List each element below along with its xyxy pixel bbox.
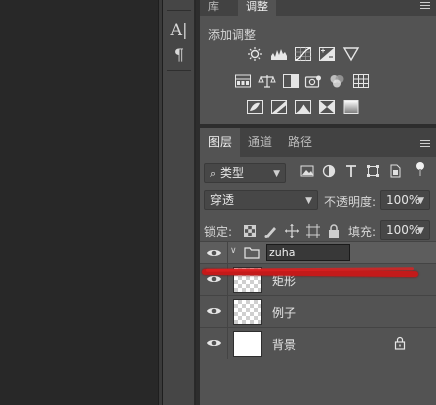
color-balance-icon[interactable] xyxy=(258,73,276,89)
chevron-down-icon[interactable]: ∨ xyxy=(230,246,237,256)
filter-toggle-icon[interactable] xyxy=(412,161,428,177)
visibility-eye-icon[interactable] xyxy=(206,304,222,318)
chevron-down-icon: ▼ xyxy=(417,226,424,236)
layer-list: ∨ 矩形 例子 背景 xyxy=(200,241,436,405)
filter-shape-icon[interactable] xyxy=(365,163,381,179)
blend-mode-value: 穿透 xyxy=(210,193,235,207)
layer-divider xyxy=(227,242,228,263)
fill-field[interactable]: 100% ▼ xyxy=(380,220,430,240)
layer-name-input[interactable] xyxy=(266,244,350,261)
lock-artboard-icon[interactable] xyxy=(305,223,321,239)
filter-adjustment-icon[interactable] xyxy=(321,163,337,179)
tab-libraries[interactable]: 库 xyxy=(200,0,227,16)
vibrance-icon[interactable] xyxy=(342,46,360,62)
curves-icon[interactable] xyxy=(294,46,312,62)
lock-position-icon[interactable] xyxy=(284,223,300,239)
paragraph-panel-icon[interactable]: ¶ xyxy=(163,42,195,66)
filter-type-icon[interactable] xyxy=(343,163,359,179)
invert-icon[interactable] xyxy=(246,99,264,115)
adjustments-tabbar: 库 调整 xyxy=(200,0,436,16)
layer-filter-row: ⌕ 类型 ▼ xyxy=(200,160,436,184)
brightness-icon[interactable] xyxy=(246,46,264,62)
chevron-down-icon: ▼ xyxy=(417,196,424,206)
filter-pixel-icon[interactable] xyxy=(299,163,315,179)
fill-label: 填充: xyxy=(348,225,377,239)
layer-name: 例子 xyxy=(272,306,297,320)
folder-icon xyxy=(244,246,260,259)
filter-kind-select[interactable]: ⌕ 类型 ▼ xyxy=(204,163,286,183)
lock-pixels-icon[interactable] xyxy=(263,223,279,239)
tab-adjustments[interactable]: 调整 xyxy=(238,0,276,16)
layer-row[interactable]: 例子 xyxy=(200,295,436,327)
layer-thumbnail xyxy=(233,331,262,357)
tab-channels[interactable]: 通道 xyxy=(240,128,280,157)
layer-name: 背景 xyxy=(272,338,297,352)
visibility-eye-icon[interactable] xyxy=(206,336,222,350)
levels-icon[interactable] xyxy=(270,46,288,62)
color-lookup-icon[interactable] xyxy=(352,73,370,89)
selective-color-icon[interactable] xyxy=(318,99,336,115)
lock-all-icon[interactable] xyxy=(326,223,342,239)
opacity-field[interactable]: 100% ▼ xyxy=(380,190,430,210)
layer-thumbnail xyxy=(233,299,262,325)
visibility-eye-icon[interactable] xyxy=(206,246,222,260)
tab-layers[interactable]: 图层 xyxy=(200,128,241,157)
adjustments-title: 添加调整 xyxy=(208,28,257,42)
filter-kind-label: 类型 xyxy=(220,166,245,180)
panel-dock-column: A| ¶ xyxy=(163,0,195,405)
layer-divider xyxy=(227,328,228,359)
gradient-map-icon[interactable] xyxy=(342,99,360,115)
photo-filter-icon[interactable] xyxy=(304,73,322,89)
dock-separator xyxy=(167,10,191,11)
black-white-icon[interactable] xyxy=(282,73,300,89)
layer-divider xyxy=(227,296,228,327)
tab-paths[interactable]: 路径 xyxy=(280,128,320,157)
panel-menu-icon[interactable] xyxy=(420,140,430,150)
layer-row-group[interactable]: ∨ xyxy=(200,241,436,263)
search-icon: ⌕ xyxy=(210,167,217,180)
channel-mixer-icon[interactable] xyxy=(328,73,346,89)
opacity-label: 不透明度: xyxy=(324,195,377,209)
lock-label: 锁定: xyxy=(204,225,233,239)
blend-mode-select[interactable]: 穿透 ▼ xyxy=(204,190,318,210)
lock-icon[interactable] xyxy=(394,336,406,350)
fill-value: 100% xyxy=(386,223,421,237)
layers-tabbar: 图层 通道 路径 xyxy=(200,128,436,157)
layer-row[interactable]: 背景 xyxy=(200,327,436,359)
panel-menu-icon[interactable] xyxy=(420,2,430,12)
opacity-value: 100% xyxy=(386,193,421,207)
threshold-icon[interactable] xyxy=(294,99,312,115)
hue-saturation-icon[interactable] xyxy=(234,73,252,89)
chevron-down-icon: ▼ xyxy=(305,196,312,206)
exposure-icon[interactable] xyxy=(318,46,336,62)
posterize-icon[interactable] xyxy=(270,99,288,115)
filter-smart-object-icon[interactable] xyxy=(387,163,403,179)
dock-separator xyxy=(167,70,191,71)
chevron-down-icon: ▼ xyxy=(273,169,280,179)
lock-transparent-icon[interactable] xyxy=(242,223,258,239)
character-panel-icon[interactable]: A| xyxy=(163,17,195,41)
document-canvas-area xyxy=(0,0,158,405)
adjustments-panel: 库 调整 添加调整 xyxy=(200,0,436,124)
